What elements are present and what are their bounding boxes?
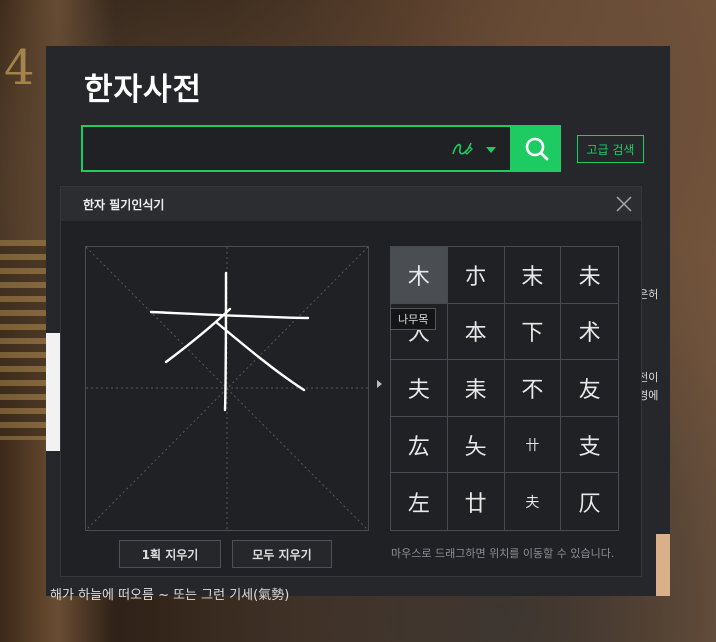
candidate-cell[interactable]: 耒 xyxy=(447,360,505,417)
candidate-grid: 木 朩 末 未 大 本 下 术 夫 耒 不 友 厷 夨 卄 支 左 廿 夫 仄 xyxy=(390,246,619,531)
search-button[interactable] xyxy=(512,125,561,172)
candidate-cell[interactable]: 仄 xyxy=(561,473,618,530)
popup-header[interactable]: 한자 필기인식기 xyxy=(61,187,641,221)
candidate-tooltip: 나무목 xyxy=(390,308,437,330)
candidate-cell[interactable]: 卄 xyxy=(504,416,562,474)
advanced-search-button[interactable]: 고급 검색 xyxy=(577,135,644,163)
candidate-cell[interactable]: 左 xyxy=(391,473,448,530)
candidate-cell[interactable]: 木 xyxy=(391,247,448,304)
candidate-cell[interactable]: 术 xyxy=(561,304,618,361)
candidate-cell[interactable]: 朩 xyxy=(447,247,505,304)
popup-title: 한자 필기인식기 xyxy=(83,197,165,212)
candidate-cell[interactable]: 不 xyxy=(504,360,562,417)
page-title: 한자사전 xyxy=(84,72,203,108)
peek-image-right xyxy=(656,534,670,596)
candidate-cell[interactable]: 厷 xyxy=(391,416,448,474)
clear-one-stroke-button[interactable]: 1획 지우기 xyxy=(119,540,221,568)
candidate-cell[interactable]: 下 xyxy=(504,303,562,361)
background-number: 4 xyxy=(4,40,35,96)
candidate-cell[interactable]: 夨 xyxy=(447,416,505,474)
close-icon[interactable] xyxy=(615,195,633,213)
canvas-arrow-icon xyxy=(377,380,382,388)
candidate-cell[interactable]: 夫 xyxy=(505,473,562,530)
search-input[interactable] xyxy=(81,125,512,172)
handwriting-icon[interactable] xyxy=(450,139,474,159)
candidate-cell[interactable]: 本 xyxy=(447,303,505,361)
candidate-cell[interactable]: 夫 xyxy=(391,360,448,417)
peek-image-left xyxy=(46,333,60,451)
clear-all-button[interactable]: 모두 지우기 xyxy=(232,540,332,568)
handwritten-strokes xyxy=(149,271,310,412)
candidate-cell[interactable]: 友 xyxy=(561,360,618,417)
drag-hint: 마우스로 드래그하면 위치를 이동할 수 있습니다. xyxy=(391,547,615,560)
candidate-cell[interactable]: 廿 xyxy=(448,473,505,530)
result-text: 해가 하늘에 떠오름 ~ 또는 그런 기세(氣勢) xyxy=(50,588,290,603)
handwriting-popup: 한자 필기인식기 木 朩 末 未 大 本 下 术 夫 耒 不 友 厷 夨 卄 支… xyxy=(60,186,642,577)
background-book-spine xyxy=(0,240,46,440)
dropdown-arrow-icon[interactable] xyxy=(486,147,496,153)
candidate-cell[interactable]: 支 xyxy=(561,417,618,474)
candidate-cell[interactable]: 末 xyxy=(504,247,562,304)
candidate-cell[interactable]: 未 xyxy=(561,247,618,304)
handwriting-canvas[interactable] xyxy=(85,246,369,531)
search-icon xyxy=(525,137,548,160)
